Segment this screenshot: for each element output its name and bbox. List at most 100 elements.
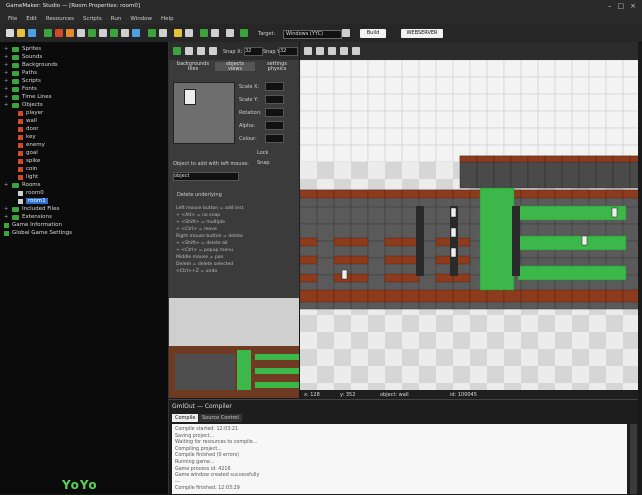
menu-item-window[interactable]: Window <box>130 16 152 22</box>
grid-cell <box>486 76 505 95</box>
background-icon[interactable] <box>88 29 96 37</box>
clear-room-icon[interactable] <box>197 47 205 55</box>
maximize-icon[interactable]: □ <box>618 2 625 10</box>
build-button[interactable]: Build <box>360 29 386 38</box>
tab-tiles[interactable]: tiles <box>173 67 213 76</box>
snap-x-input[interactable]: 32 <box>244 47 263 56</box>
menu-item-resources[interactable]: Resources <box>46 16 74 22</box>
deploy-icon[interactable] <box>226 29 234 37</box>
room-canvas[interactable] <box>300 60 638 390</box>
path-icon[interactable] <box>99 29 107 37</box>
object-icon[interactable] <box>148 29 156 37</box>
tab-compile[interactable]: Compile <box>172 414 199 422</box>
expand-icon[interactable]: + <box>4 94 9 100</box>
tab-views[interactable]: views <box>215 67 255 76</box>
tree-item-included-files[interactable]: + Included Files <box>4 206 59 212</box>
zoom-in-icon[interactable] <box>328 47 336 55</box>
menu-item-help[interactable]: Help <box>161 16 174 22</box>
tree-item-sprites[interactable]: + Sprites <box>4 46 41 52</box>
clean-icon[interactable] <box>211 29 219 37</box>
open-project-icon[interactable] <box>17 29 25 37</box>
zoom-out-icon[interactable] <box>340 47 348 55</box>
expand-icon[interactable]: + <box>4 86 9 92</box>
object-select[interactable]: object <box>173 172 239 181</box>
expand-icon[interactable]: + <box>4 70 9 76</box>
tab-source-control[interactable]: Source Control <box>199 414 242 422</box>
menu-item-file[interactable]: File <box>8 16 17 22</box>
tree-item-room0[interactable]: room0 <box>18 190 44 196</box>
target-select[interactable]: Windows (YYC) <box>283 30 342 39</box>
tree-item-sounds[interactable]: + Sounds <box>4 54 42 60</box>
chevron-down-icon[interactable] <box>342 29 350 37</box>
prop-field[interactable] <box>265 108 284 117</box>
prop-field[interactable] <box>265 121 284 130</box>
grid-icon[interactable] <box>304 47 312 55</box>
snap-checkbox[interactable]: Snap <box>257 160 270 166</box>
font-icon[interactable] <box>121 29 129 37</box>
tree-item-spike[interactable]: spike <box>18 158 40 164</box>
tree-item-coin[interactable]: coin <box>18 166 37 172</box>
tree-item-room1[interactable]: room1 <box>18 198 48 204</box>
timeline-icon[interactable] <box>132 29 140 37</box>
minimize-icon[interactable]: – <box>608 2 612 10</box>
settings-icon[interactable] <box>174 29 182 37</box>
menu-item-scripts[interactable]: Scripts <box>83 16 102 22</box>
run-icon[interactable] <box>44 29 52 37</box>
tree-item-global-game-settings[interactable]: Global Game Settings <box>4 230 72 236</box>
show-objects-icon[interactable] <box>352 47 360 55</box>
room-icon[interactable] <box>159 29 167 37</box>
grid-cell <box>588 76 607 95</box>
room-ok-icon[interactable] <box>173 47 181 55</box>
expand-icon[interactable]: + <box>4 102 9 108</box>
tree-item-time-lines[interactable]: + Time Lines <box>4 94 52 100</box>
tree-item-extensions[interactable]: + Extensions <box>4 214 52 220</box>
tree-item-player[interactable]: player <box>18 110 43 116</box>
tree-item-enemy[interactable]: enemy <box>18 142 45 148</box>
expand-icon[interactable]: + <box>4 46 9 52</box>
menu-item-edit[interactable]: Edit <box>26 16 37 22</box>
expand-icon[interactable]: + <box>4 62 9 68</box>
tree-item-scripts[interactable]: + Scripts <box>4 78 41 84</box>
menu-item-run[interactable]: Run <box>111 16 122 22</box>
tree-item-paths[interactable]: + Paths <box>4 70 37 76</box>
tree-item-goal[interactable]: goal <box>18 150 38 156</box>
expand-icon[interactable]: + <box>4 54 9 60</box>
expand-icon[interactable]: + <box>4 206 9 212</box>
expand-icon[interactable]: + <box>4 182 9 188</box>
expand-icon[interactable]: + <box>4 78 9 84</box>
tree-item-game-information[interactable]: Game Information <box>4 222 62 228</box>
sound-icon[interactable] <box>77 29 85 37</box>
save-icon[interactable] <box>28 29 36 37</box>
tree-item-rooms[interactable]: + Rooms <box>4 182 41 188</box>
snap-y-input[interactable]: 32 <box>279 47 298 56</box>
isometric-icon[interactable] <box>316 47 324 55</box>
webserver-button[interactable]: WEBSERVER <box>401 29 443 38</box>
checker-cell <box>623 366 638 383</box>
tree-item-door[interactable]: door <box>18 126 38 132</box>
delete-underlying-checkbox[interactable]: Delete underlying <box>177 192 222 198</box>
prop-field[interactable] <box>265 95 284 104</box>
tree-item-fonts[interactable]: + Fonts <box>4 86 37 92</box>
play-icon[interactable] <box>240 29 248 37</box>
expand-icon[interactable]: + <box>4 214 9 220</box>
shift-room-icon[interactable] <box>209 47 217 55</box>
prop-field[interactable] <box>265 134 284 143</box>
room-minimap[interactable] <box>169 298 299 398</box>
tree-item-objects[interactable]: + Objects <box>4 102 43 108</box>
tree-item-wall[interactable]: wall <box>18 118 37 124</box>
output-scrollbar[interactable] <box>630 424 637 494</box>
tab-physics[interactable]: physics <box>257 67 297 76</box>
close-icon[interactable]: × <box>630 2 636 10</box>
compile-icon[interactable] <box>200 29 208 37</box>
undo-icon[interactable] <box>185 47 193 55</box>
tree-item-backgrounds[interactable]: + Backgrounds <box>4 62 58 68</box>
tree-item-light[interactable]: light <box>18 174 38 180</box>
sprite-icon[interactable] <box>66 29 74 37</box>
tree-item-key[interactable]: key <box>18 134 36 140</box>
help-icon[interactable] <box>185 29 193 37</box>
prop-field[interactable] <box>265 82 284 91</box>
debug-icon[interactable] <box>55 29 63 37</box>
script-icon[interactable] <box>110 29 118 37</box>
new-project-icon[interactable] <box>6 29 14 37</box>
lock-checkbox[interactable]: Lock <box>257 150 268 156</box>
